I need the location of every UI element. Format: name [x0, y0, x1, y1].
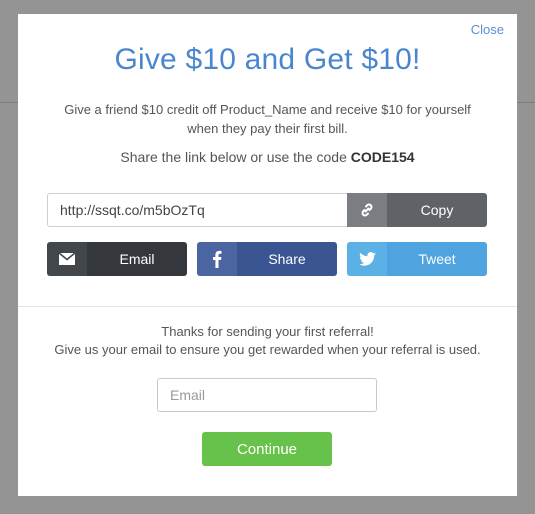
- envelope-icon: [47, 242, 87, 276]
- close-link[interactable]: Close: [471, 22, 504, 37]
- continue-button[interactable]: Continue: [202, 432, 332, 466]
- background-divider-right: [517, 102, 535, 103]
- facebook-icon: [197, 242, 237, 276]
- referral-code-line: Share the link below or use the code COD…: [18, 149, 517, 165]
- copy-button[interactable]: Copy: [347, 193, 487, 227]
- thanks-line-2: Give us your email to ensure you get rew…: [54, 342, 481, 357]
- referral-link-field[interactable]: [47, 193, 348, 227]
- referral-code: CODE154: [350, 149, 415, 165]
- section-divider: [18, 306, 517, 307]
- modal-subtext: Give a friend $10 credit off Product_Nam…: [64, 102, 471, 136]
- copy-button-label: Copy: [387, 193, 487, 227]
- twitter-share-label: Tweet: [387, 242, 487, 276]
- background-divider-left: [0, 102, 18, 103]
- email-share-button[interactable]: Email: [47, 242, 187, 276]
- code-prefix: Share the link below or use the code: [120, 149, 347, 165]
- link-icon: [347, 193, 387, 227]
- twitter-icon: [347, 242, 387, 276]
- facebook-share-button[interactable]: Share: [197, 242, 337, 276]
- email-share-label: Email: [87, 242, 187, 276]
- facebook-share-label: Share: [237, 242, 337, 276]
- email-input[interactable]: [157, 378, 377, 412]
- twitter-share-button[interactable]: Tweet: [347, 242, 487, 276]
- modal-headline: Give $10 and Get $10!: [114, 43, 421, 76]
- thanks-message: Thanks for sending your first referral! …: [18, 323, 517, 359]
- referral-modal: Close Give $10 and Get $10! Give a frien…: [18, 14, 517, 496]
- thanks-line-1: Thanks for sending your first referral!: [161, 324, 374, 339]
